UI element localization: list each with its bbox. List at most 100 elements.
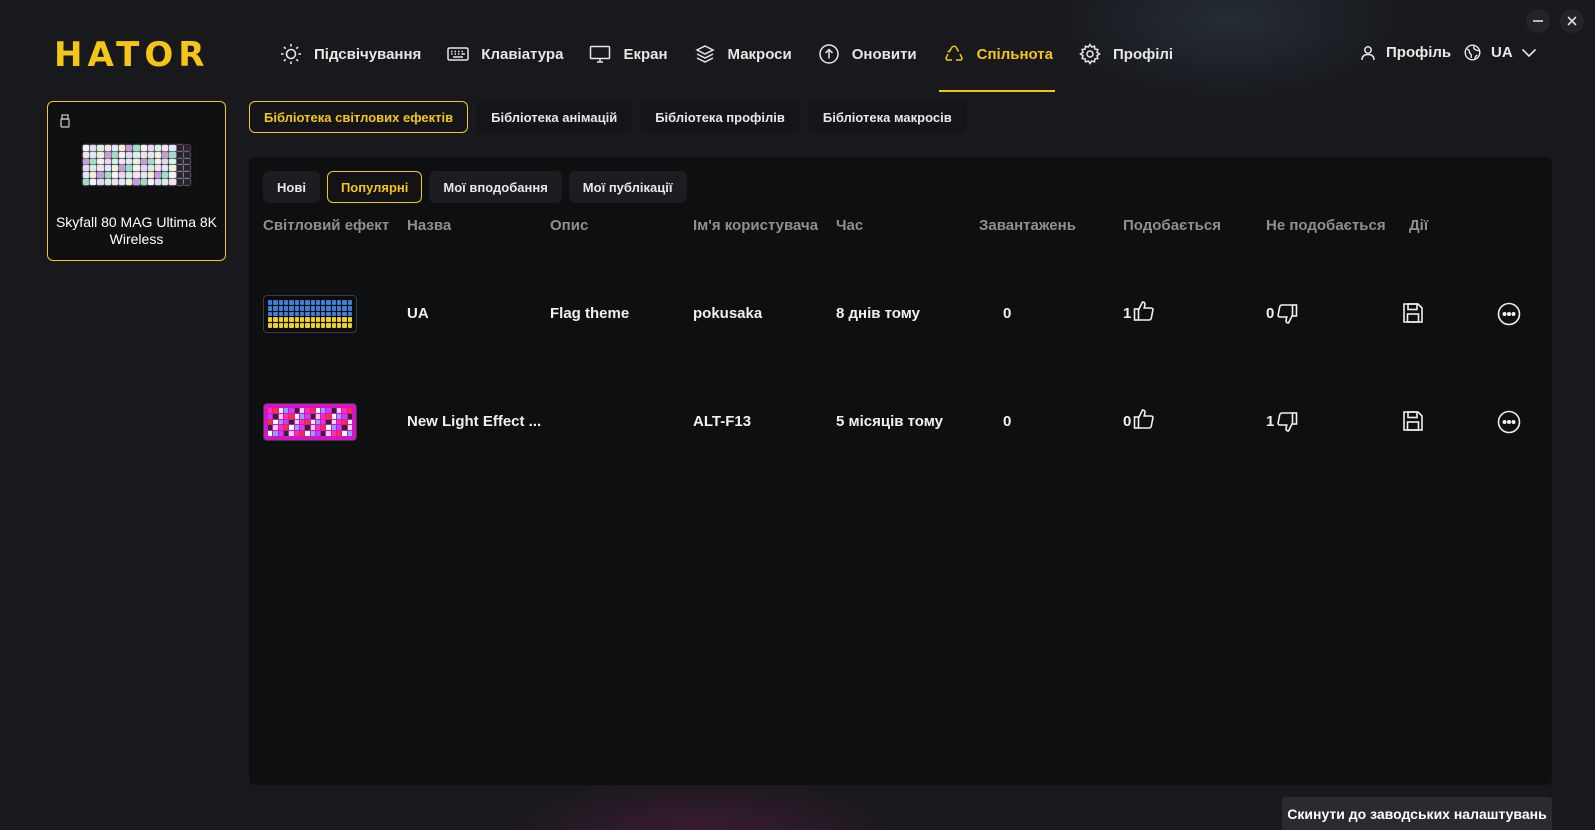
nav-update[interactable]: Оновити xyxy=(818,36,917,72)
save-icon[interactable] xyxy=(1402,410,1424,432)
key-cap xyxy=(83,179,90,185)
key-cap xyxy=(176,158,183,165)
key-cap xyxy=(118,172,126,179)
key-cap xyxy=(268,408,273,413)
table-row[interactable]: UA Flag theme pokusaka 8 днів тому 0 1 0 xyxy=(263,295,1543,335)
filter-my-publications[interactable]: Мої публікації xyxy=(568,171,687,203)
key-cap xyxy=(326,419,331,425)
thumbs-down-icon[interactable] xyxy=(1276,303,1298,325)
key-cap xyxy=(278,311,283,317)
device-name: Skyfall 80 MAG Ultima 8K Wireless xyxy=(55,214,218,247)
thumbs-up-icon[interactable] xyxy=(1133,300,1155,322)
key-cap xyxy=(268,431,273,436)
key-cap xyxy=(342,305,347,311)
key-cap xyxy=(342,408,347,413)
key-cap xyxy=(278,317,283,323)
tab-animations-library[interactable]: Бібліотека анімацій xyxy=(476,101,633,133)
key-cap xyxy=(278,408,283,413)
key-cap xyxy=(326,305,331,311)
key-cap xyxy=(315,305,321,311)
key-cap xyxy=(283,323,289,328)
key-cap xyxy=(321,300,326,305)
tab-light-effects-library[interactable]: Бібліотека світлових ефектів xyxy=(249,101,469,133)
key-cap xyxy=(294,431,299,436)
key-cap xyxy=(278,300,283,305)
effect-description: Flag theme xyxy=(550,305,630,322)
key-cap xyxy=(278,305,283,311)
factory-reset-button[interactable]: Скинути до заводських налаштувань xyxy=(1282,797,1552,830)
nav-profiles[interactable]: Профілі xyxy=(1079,36,1173,72)
nav-screen[interactable]: Екран xyxy=(589,36,668,72)
close-button[interactable] xyxy=(1560,9,1584,33)
keyboard-icon xyxy=(447,47,470,61)
filter-my-likes[interactable]: Мої вподобання xyxy=(429,171,562,203)
key-cap xyxy=(140,145,147,151)
nav-macros[interactable]: Макроси xyxy=(694,36,792,72)
effect-dislikes: 1 xyxy=(1266,413,1275,430)
language-selector[interactable]: UA xyxy=(1464,44,1537,61)
key-cap xyxy=(315,408,321,413)
key-cap xyxy=(154,151,162,158)
key-cap xyxy=(305,425,310,431)
effect-dislikes: 0 xyxy=(1266,305,1275,322)
minimize-button[interactable] xyxy=(1526,9,1550,33)
key-cap xyxy=(162,145,169,151)
tab-profiles-library[interactable]: Бібліотека профілів xyxy=(640,101,800,133)
key-cap xyxy=(97,151,104,158)
nav-lighting[interactable]: Підсвічування xyxy=(280,36,421,72)
key-cap xyxy=(273,300,278,305)
key-cap xyxy=(289,300,294,305)
key-cap xyxy=(176,151,183,158)
key-cap xyxy=(183,151,190,158)
key-cap xyxy=(342,419,347,425)
key-cap xyxy=(315,425,321,431)
key-cap xyxy=(331,431,337,436)
key-cap xyxy=(140,172,147,179)
effect-likes: 0 xyxy=(1123,413,1132,430)
key-cap xyxy=(183,145,190,151)
filter-new[interactable]: Нові xyxy=(263,171,320,203)
save-icon[interactable] xyxy=(1402,302,1424,324)
key-cap xyxy=(326,300,331,305)
key-cap xyxy=(289,311,294,317)
more-options-icon[interactable] xyxy=(1497,410,1521,434)
key-cap xyxy=(326,311,331,317)
effect-thumbnail[interactable] xyxy=(263,295,357,333)
keyboard-image xyxy=(80,142,193,188)
key-cap xyxy=(294,323,299,328)
key-cap xyxy=(337,408,342,413)
tab-macros-library[interactable]: Бібліотека макросів xyxy=(807,101,967,133)
key-cap xyxy=(133,172,140,179)
key-cap xyxy=(310,317,315,323)
key-cap xyxy=(133,158,140,165)
key-cap xyxy=(337,323,342,328)
key-cap xyxy=(90,151,97,158)
key-cap xyxy=(162,172,169,179)
effect-time: 5 місяців тому xyxy=(836,413,943,430)
thumbs-down-icon[interactable] xyxy=(1276,411,1298,433)
key-cap xyxy=(176,145,183,151)
column-header: Не подобається xyxy=(1266,217,1386,234)
profile-button[interactable]: Профіль xyxy=(1360,44,1451,61)
filter-popular[interactable]: Популярні xyxy=(326,171,423,203)
key-cap xyxy=(83,158,90,165)
key-cap xyxy=(111,165,118,172)
key-cap xyxy=(347,408,352,413)
key-cap xyxy=(169,158,176,165)
key-cap xyxy=(90,165,97,172)
key-cap xyxy=(133,165,140,172)
effect-thumbnail[interactable] xyxy=(263,403,357,441)
nav-community[interactable]: Спільнота xyxy=(938,36,1056,92)
table-row[interactable]: New Light Effect ... ALT-F13 5 місяців т… xyxy=(263,403,1543,443)
key-cap xyxy=(337,300,342,305)
nav-keyboard[interactable]: Клавіатура xyxy=(447,36,563,72)
key-cap xyxy=(111,145,118,151)
device-card[interactable]: Skyfall 80 MAG Ultima 8K Wireless xyxy=(47,101,226,261)
hator-logo[interactable]: HATOR xyxy=(54,38,226,72)
key-cap xyxy=(147,158,154,165)
thumbs-up-icon[interactable] xyxy=(1133,408,1155,430)
key-cap xyxy=(126,151,133,158)
key-cap xyxy=(347,413,352,419)
more-options-icon[interactable] xyxy=(1497,302,1521,326)
key-cap xyxy=(305,311,310,317)
